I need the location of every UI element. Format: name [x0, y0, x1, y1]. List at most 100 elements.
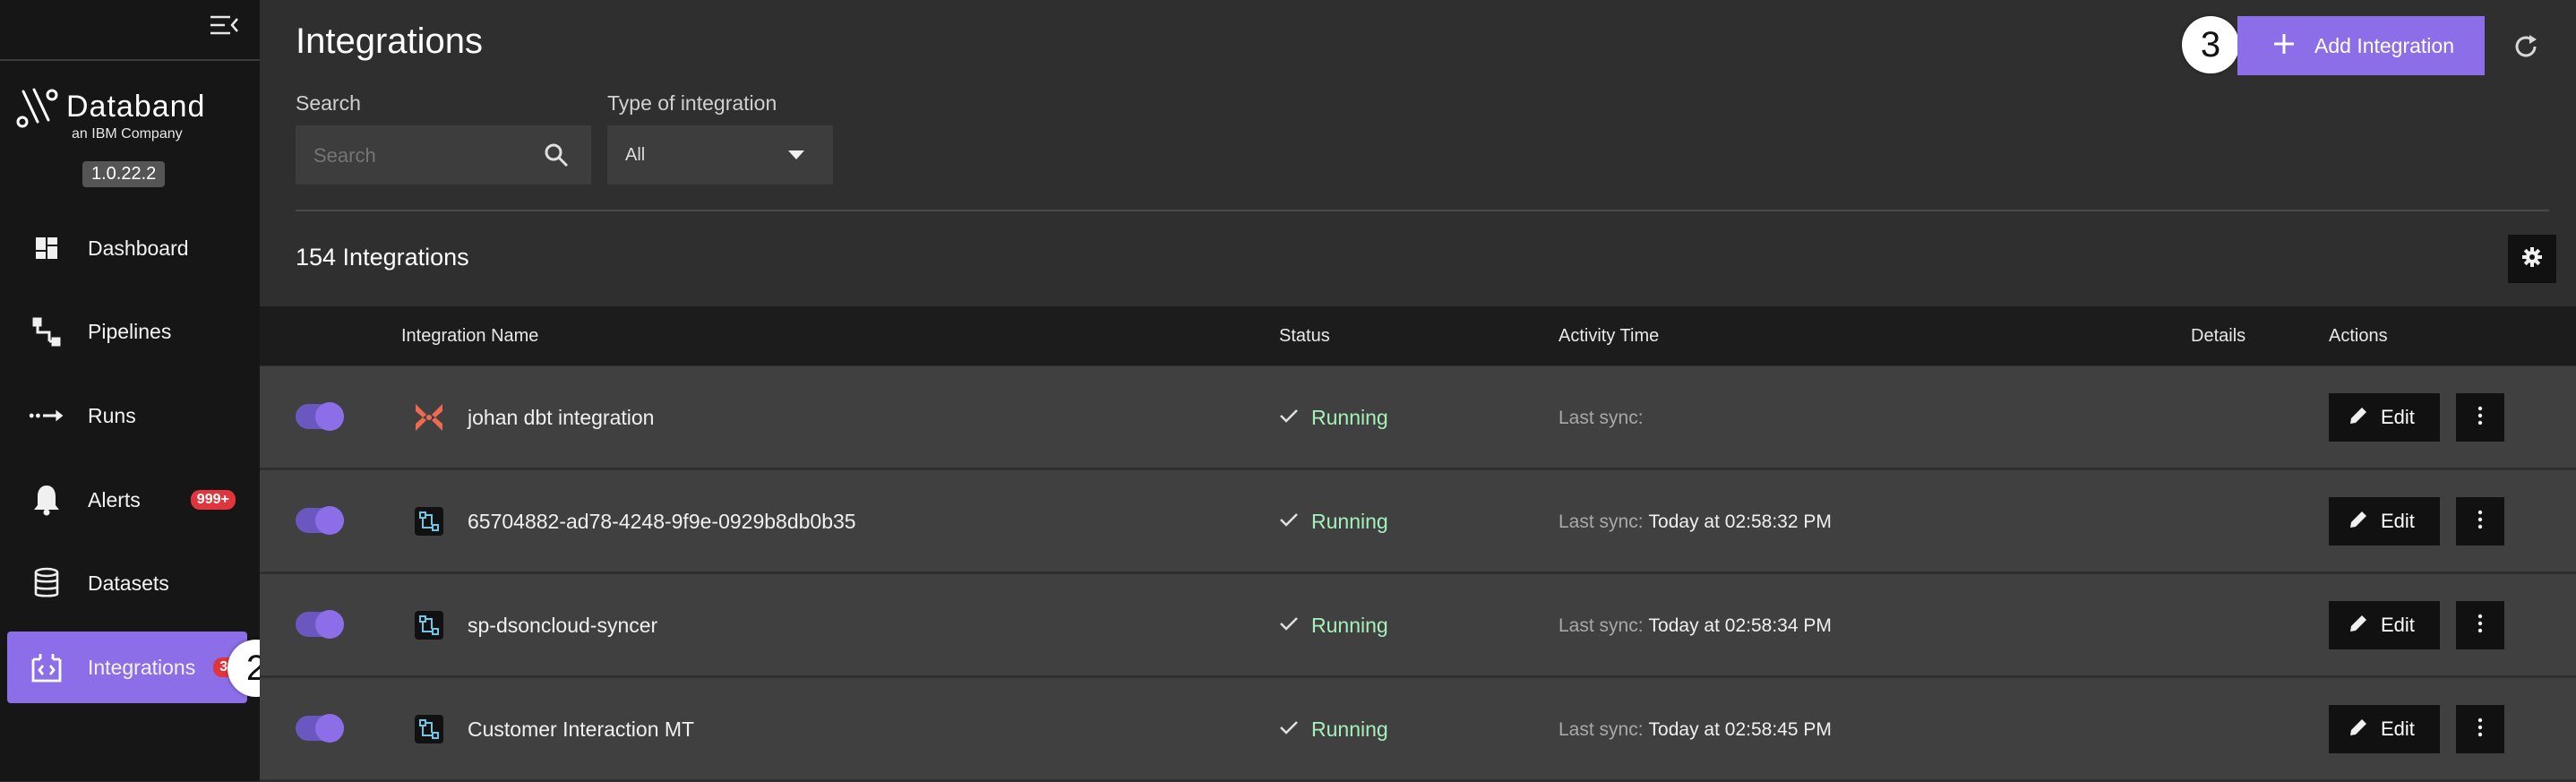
last-sync-time: Today at 02:58:34 PM [1648, 615, 1832, 636]
runs-arrow-icon [29, 398, 64, 434]
search-icon[interactable] [543, 142, 570, 173]
kebab-menu-icon [2477, 718, 2483, 742]
sidebar: Databand an IBM Company 1.0.22.2 Dashboa… [0, 0, 260, 781]
edit-label: Edit [2381, 510, 2415, 532]
sidebar-item-label: Dashboard [88, 236, 189, 260]
step-callout-3: 3 [2182, 16, 2239, 73]
activity-time: Last sync: Today at 02:58:45 PM [1558, 719, 1832, 741]
alerts-count-badge: 999+ [190, 490, 236, 510]
sidebar-item-dashboard[interactable]: Dashboard [7, 212, 247, 284]
status-running: Running [1279, 510, 1388, 534]
collapse-sidebar-icon[interactable] [204, 7, 244, 43]
filter-divider [296, 210, 2549, 211]
kebab-menu-icon [2477, 406, 2483, 430]
checkmark-icon [1279, 408, 1299, 428]
sidebar-item-pipelines[interactable]: Pipelines [7, 296, 247, 367]
search-field[interactable] [296, 125, 591, 186]
status-running: Running [1279, 406, 1388, 430]
pipeline-node-icon [412, 712, 446, 746]
status-running: Running [1279, 614, 1388, 638]
edit-button[interactable]: Edit [2329, 601, 2440, 649]
databand-logo-icon [14, 86, 61, 134]
integration-type-value: All [625, 145, 646, 165]
integration-type-select[interactable]: All [607, 125, 833, 185]
sidebar-item-label: Integrations [88, 655, 196, 679]
add-integration-label: Add Integration [2314, 33, 2455, 57]
column-header-activity-time[interactable]: Activity Time [1558, 326, 1659, 347]
activity-time: Last sync: Today at 02:58:34 PM [1558, 615, 1832, 637]
integration-icon [29, 649, 64, 685]
table-row[interactable]: Customer Interaction MT Running Last syn… [260, 678, 2576, 782]
sidebar-item-runs[interactable]: Runs [7, 380, 247, 451]
integration-name[interactable]: sp-dsoncloud-syncer [468, 614, 657, 638]
pipeline-icon [29, 314, 64, 349]
kebab-menu-icon [2477, 510, 2483, 534]
last-sync-time: Today at 02:58:45 PM [1648, 719, 1832, 740]
chevron-down-icon [786, 149, 806, 166]
pipeline-node-icon [412, 504, 446, 538]
edit-label: Edit [2381, 614, 2415, 636]
status-text: Running [1311, 718, 1388, 741]
last-sync-label: Last sync: [1558, 615, 1644, 636]
logo-title: Databand [66, 90, 206, 124]
integration-name[interactable]: Customer Interaction MT [468, 718, 694, 742]
edit-button[interactable]: Edit [2329, 393, 2440, 442]
table-row[interactable]: 65704882-ad78-4248-9f9e-0929b8db0b35 Run… [260, 470, 2576, 574]
integrations-count: 154 Integrations [296, 244, 469, 271]
last-sync-label: Last sync: [1558, 408, 1644, 428]
search-input[interactable] [296, 125, 548, 186]
dbt-icon [412, 400, 446, 434]
checkmark-icon [1279, 719, 1299, 740]
refresh-icon[interactable] [2506, 27, 2546, 66]
version-badge: 1.0.22.2 [82, 161, 166, 187]
add-integration-button[interactable]: Add Integration [2237, 16, 2485, 75]
checkmark-icon [1279, 511, 1299, 532]
overflow-menu-button[interactable] [2456, 497, 2504, 546]
dashboard-icon [29, 230, 64, 266]
enable-toggle[interactable] [296, 610, 344, 639]
pencil-icon [2348, 406, 2368, 430]
pencil-icon [2348, 510, 2368, 534]
sidebar-item-label: Runs [88, 403, 136, 427]
sidebar-item-alerts[interactable]: Alerts 999+ [7, 464, 247, 536]
column-header-name[interactable]: Integration Name [401, 326, 538, 347]
sidebar-item-label: Datasets [88, 571, 169, 595]
database-icon [29, 565, 64, 601]
last-sync-label: Last sync: [1558, 511, 1644, 532]
sidebar-item-label: Alerts [88, 487, 141, 511]
checkmark-icon [1279, 615, 1299, 636]
logo-subtitle: an IBM Company [72, 126, 183, 142]
edit-button[interactable]: Edit [2329, 705, 2440, 753]
edit-button[interactable]: Edit [2329, 497, 2440, 546]
overflow-menu-button[interactable] [2456, 601, 2504, 649]
enable-toggle[interactable] [296, 402, 344, 431]
page-title: Integrations [296, 21, 484, 61]
edit-label: Edit [2381, 718, 2415, 740]
enable-toggle[interactable] [296, 506, 344, 535]
integration-name[interactable]: johan dbt integration [468, 406, 654, 430]
overflow-menu-button[interactable] [2456, 705, 2504, 753]
type-of-integration-label: Type of integration [607, 91, 777, 115]
sidebar-item-integrations[interactable]: Integrations 34 [7, 632, 247, 703]
enable-toggle[interactable] [296, 714, 344, 743]
status-running: Running [1279, 718, 1388, 742]
integration-name[interactable]: 65704882-ad78-4248-9f9e-0929b8db0b35 [468, 510, 856, 534]
column-header-status[interactable]: Status [1279, 326, 1330, 347]
table-row[interactable]: johan dbt integration Running Last sync:… [260, 366, 2576, 470]
pencil-icon [2348, 718, 2368, 742]
sidebar-item-datasets[interactable]: Datasets [7, 547, 247, 619]
column-header-details: Details [2191, 326, 2246, 346]
overflow-menu-button[interactable] [2456, 393, 2504, 442]
column-header-actions: Actions [2329, 326, 2388, 346]
plus-icon [2273, 33, 2295, 59]
sidebar-item-label: Pipelines [88, 319, 172, 343]
edit-label: Edit [2381, 406, 2415, 428]
table-row[interactable]: sp-dsoncloud-syncer Running Last sync: To… [260, 574, 2576, 678]
activity-time: Last sync: [1558, 408, 1649, 429]
table-settings-button[interactable] [2508, 235, 2556, 283]
status-text: Running [1311, 406, 1388, 429]
status-text: Running [1311, 614, 1388, 637]
activity-time: Last sync: Today at 02:58:32 PM [1558, 511, 1832, 533]
pencil-icon [2348, 614, 2368, 638]
table-header: Integration Name Status Activity Time De… [260, 306, 2576, 365]
